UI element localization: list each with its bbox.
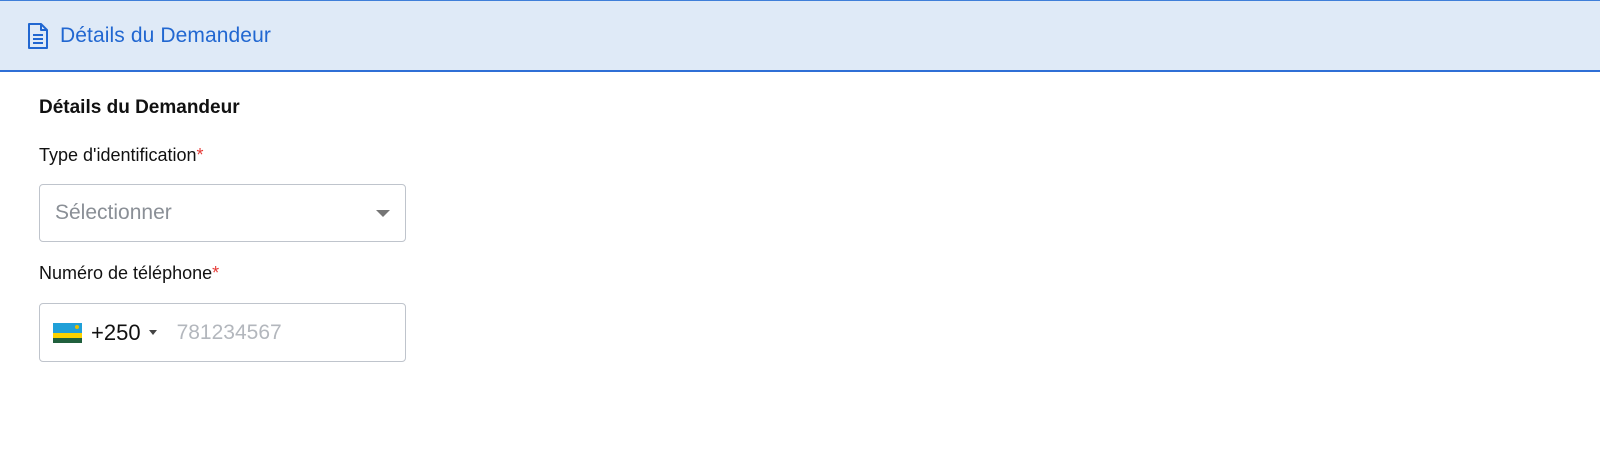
id-type-label-text: Type d'identification bbox=[39, 145, 197, 165]
panel-header-title: Détails du Demandeur bbox=[60, 23, 271, 47]
section-title: Détails du Demandeur bbox=[39, 97, 240, 118]
required-marker: * bbox=[212, 263, 220, 283]
id-type-label: Type d'identification* bbox=[39, 145, 204, 166]
phone-label: Numéro de téléphone* bbox=[39, 263, 219, 284]
dial-code: +250 bbox=[91, 319, 141, 345]
panel-header[interactable]: Détails du Demandeur bbox=[0, 0, 1600, 72]
country-code-selector[interactable]: +250 bbox=[40, 304, 171, 361]
chevron-down-icon[interactable] bbox=[376, 210, 390, 217]
phone-label-text: Numéro de téléphone bbox=[39, 263, 213, 283]
rwanda-flag-icon bbox=[53, 322, 82, 343]
id-type-placeholder: Sélectionner bbox=[55, 201, 172, 224]
phone-number-input[interactable] bbox=[170, 312, 381, 353]
required-marker: * bbox=[196, 145, 204, 165]
document-icon bbox=[26, 22, 50, 50]
id-type-select[interactable]: Sélectionner bbox=[39, 184, 406, 242]
caret-down-icon bbox=[148, 330, 157, 335]
phone-field: +250 bbox=[39, 303, 406, 362]
